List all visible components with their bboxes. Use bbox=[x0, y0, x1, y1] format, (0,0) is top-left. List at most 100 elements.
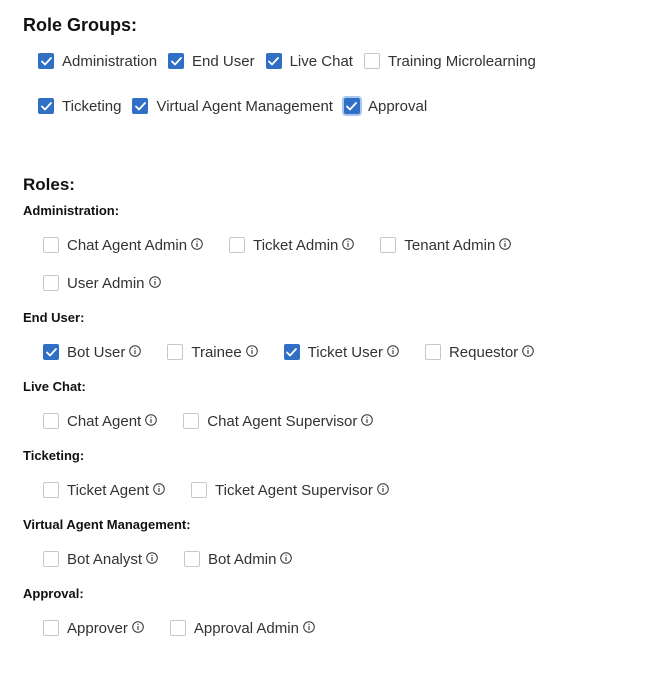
role-checkbox-chat-agent-supervisor[interactable] bbox=[183, 413, 200, 429]
roles-section-heading: Ticketing: bbox=[23, 448, 85, 463]
role-checkbox-trainee[interactable] bbox=[167, 344, 184, 360]
role-label[interactable]: Ticket User bbox=[308, 344, 383, 361]
role-checkbox-ticket-agent-supervisor[interactable] bbox=[191, 482, 207, 498]
role-checkbox-approval-admin[interactable] bbox=[169, 620, 186, 636]
info-icon[interactable] bbox=[522, 344, 534, 357]
info-icon[interactable] bbox=[303, 620, 315, 633]
role-bot-admin[interactable]: Bot Admin bbox=[184, 551, 293, 568]
role-chat-agent-admin[interactable]: Chat Agent Admin bbox=[43, 237, 203, 254]
role-group-checkbox-virtual-agent-management[interactable] bbox=[132, 98, 149, 114]
info-icon[interactable] bbox=[361, 413, 374, 426]
role-tenant-admin[interactable]: Tenant Admin bbox=[380, 237, 512, 254]
info-icon[interactable] bbox=[132, 620, 144, 633]
role-chat-agent-supervisor[interactable]: Chat Agent Supervisor bbox=[183, 413, 374, 430]
roles-section-virtual-agent-management: Virtual Agent Management: Bot Analyst Bot … bbox=[23, 516, 642, 570]
role-label[interactable]: Approver bbox=[67, 620, 128, 637]
roles-row: Chat Agent Chat Agent Supervisor bbox=[23, 410, 642, 432]
role-label[interactable]: Approval Admin bbox=[194, 620, 299, 637]
role-ticket-user[interactable]: Ticket User bbox=[283, 344, 399, 361]
roles-section: Roles: Administration: Chat Agent Admin Ti… bbox=[23, 174, 642, 639]
role-groups-section: Role Groups: Administration End User Live … bbox=[23, 13, 642, 117]
role-checkbox-user-admin[interactable] bbox=[43, 275, 59, 291]
check-icon bbox=[268, 56, 279, 66]
role-checkbox-bot-admin[interactable] bbox=[184, 551, 201, 567]
role-ticket-agent[interactable]: Ticket Agent bbox=[43, 482, 165, 499]
role-group-label[interactable]: End User bbox=[192, 53, 255, 70]
role-group-label[interactable]: Administration bbox=[62, 53, 157, 70]
role-label[interactable]: Bot Analyst bbox=[67, 551, 142, 568]
role-label[interactable]: Ticket Admin bbox=[253, 237, 338, 254]
info-icon[interactable] bbox=[146, 551, 158, 564]
role-checkbox-chat-agent[interactable] bbox=[43, 413, 59, 429]
info-icon[interactable] bbox=[377, 482, 389, 495]
role-checkbox-ticket-agent[interactable] bbox=[43, 482, 59, 498]
role-label[interactable]: Trainee bbox=[191, 344, 241, 361]
info-icon[interactable] bbox=[145, 413, 158, 426]
role-group-end-user[interactable]: End User bbox=[168, 53, 255, 70]
role-group-live-chat[interactable]: Live Chat bbox=[265, 53, 353, 70]
role-group-label[interactable]: Training Microlearning bbox=[388, 53, 536, 70]
role-bot-analyst[interactable]: Bot Analyst bbox=[43, 551, 158, 568]
info-icon[interactable] bbox=[148, 275, 161, 288]
role-groups-row: Administration End User Live Chat Training … bbox=[23, 50, 642, 72]
check-icon bbox=[40, 101, 52, 111]
info-icon[interactable] bbox=[280, 551, 293, 564]
role-label[interactable]: Chat Agent Supervisor bbox=[207, 413, 357, 430]
info-icon[interactable] bbox=[153, 482, 165, 495]
role-form: Role Groups: Administration End User Live … bbox=[23, 13, 642, 639]
role-label[interactable]: Ticket Agent bbox=[67, 482, 149, 499]
role-bot-user[interactable]: Bot User bbox=[43, 344, 142, 361]
role-label[interactable]: Bot Admin bbox=[208, 551, 276, 568]
role-approval-admin[interactable]: Approval Admin bbox=[169, 620, 315, 637]
info-icon[interactable] bbox=[342, 237, 355, 250]
role-group-ticketing[interactable]: Ticketing bbox=[38, 98, 121, 115]
role-checkbox-bot-analyst[interactable] bbox=[43, 551, 59, 567]
role-checkbox-ticket-admin[interactable] bbox=[229, 237, 246, 253]
role-checkbox-ticket-user[interactable] bbox=[283, 344, 300, 360]
info-icon[interactable] bbox=[191, 237, 203, 250]
role-group-checkbox-training-microlearning[interactable] bbox=[363, 53, 380, 69]
role-group-label[interactable]: Approval bbox=[368, 98, 427, 115]
role-checkbox-bot-user[interactable] bbox=[43, 344, 59, 360]
role-group-checkbox-end-user[interactable] bbox=[168, 53, 185, 69]
roles-row: Ticket Agent Ticket Agent Supervisor bbox=[23, 479, 642, 501]
role-group-label[interactable]: Ticketing bbox=[62, 98, 121, 115]
role-approver[interactable]: Approver bbox=[43, 620, 144, 637]
role-chat-agent[interactable]: Chat Agent bbox=[43, 413, 158, 430]
role-group-checkbox-approval[interactable] bbox=[343, 98, 360, 114]
info-icon[interactable] bbox=[245, 344, 258, 357]
roles-section-approval: Approval: Approver Approval Admin bbox=[23, 585, 642, 639]
role-label[interactable]: Chat Agent bbox=[67, 413, 141, 430]
roles-row: Chat Agent Admin Ticket Admin Tenant Admin bbox=[23, 234, 642, 256]
info-icon[interactable] bbox=[129, 344, 142, 357]
role-group-checkbox-live-chat[interactable] bbox=[265, 53, 282, 69]
role-group-label[interactable]: Virtual Agent Management bbox=[156, 98, 333, 115]
role-group-administration[interactable]: Administration bbox=[38, 53, 157, 70]
role-checkbox-chat-agent-admin[interactable] bbox=[43, 237, 59, 253]
role-group-checkbox-administration[interactable] bbox=[38, 53, 54, 69]
role-label[interactable]: Requestor bbox=[449, 344, 518, 361]
role-checkbox-tenant-admin[interactable] bbox=[380, 237, 397, 253]
role-user-admin[interactable]: User Admin bbox=[43, 275, 161, 292]
role-group-checkbox-ticketing[interactable] bbox=[38, 98, 54, 114]
role-label[interactable]: Tenant Admin bbox=[404, 237, 495, 254]
check-icon bbox=[286, 347, 298, 357]
role-requestor[interactable]: Requestor bbox=[424, 344, 534, 361]
info-icon[interactable] bbox=[499, 237, 512, 250]
role-label[interactable]: Bot User bbox=[67, 344, 125, 361]
role-ticket-agent-supervisor[interactable]: Ticket Agent Supervisor bbox=[191, 482, 389, 499]
role-label[interactable]: User Admin bbox=[67, 275, 145, 292]
role-trainee[interactable]: Trainee bbox=[167, 344, 258, 361]
role-group-training-microlearning[interactable]: Training Microlearning bbox=[363, 53, 536, 70]
role-ticket-admin[interactable]: Ticket Admin bbox=[229, 237, 355, 254]
role-group-approval[interactable]: Approval bbox=[343, 98, 427, 115]
role-group-label[interactable]: Live Chat bbox=[290, 53, 353, 70]
role-label[interactable]: Chat Agent Admin bbox=[67, 237, 187, 254]
role-checkbox-approver[interactable] bbox=[43, 620, 59, 636]
roles-row: Approver Approval Admin bbox=[23, 617, 642, 639]
role-groups-title: Role Groups: bbox=[23, 15, 138, 35]
role-group-virtual-agent-management[interactable]: Virtual Agent Management bbox=[132, 98, 333, 115]
info-icon[interactable] bbox=[387, 344, 399, 357]
role-checkbox-requestor[interactable] bbox=[424, 344, 441, 360]
role-label[interactable]: Ticket Agent Supervisor bbox=[215, 482, 373, 499]
